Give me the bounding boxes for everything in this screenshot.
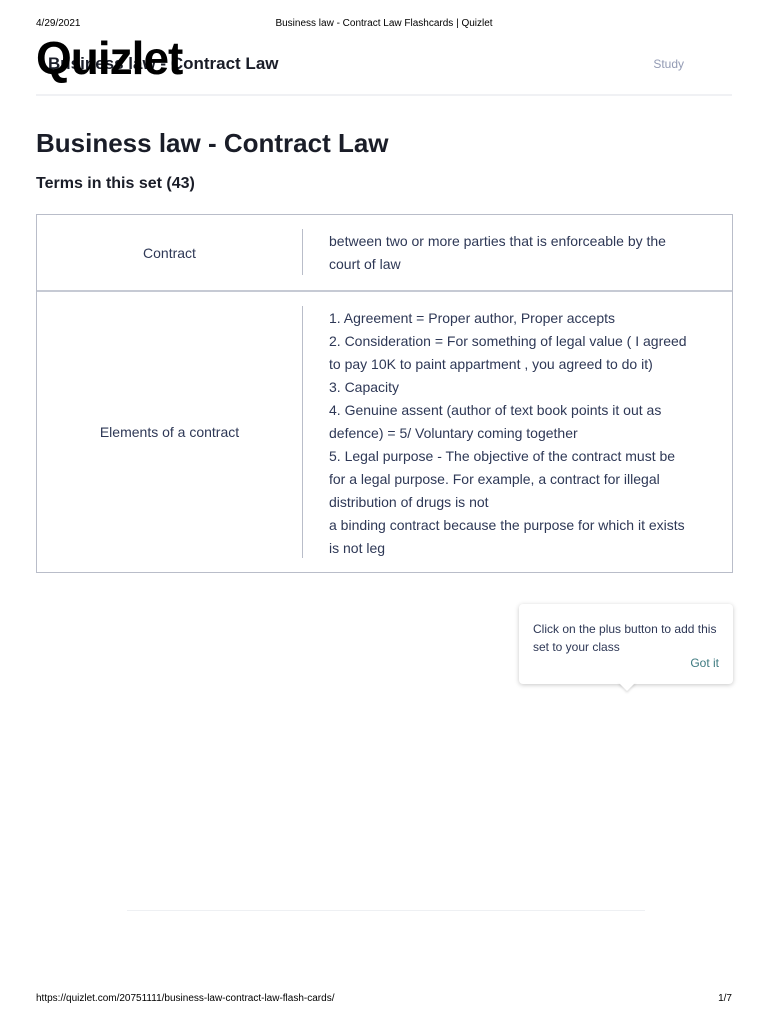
definition-line: court of law: [329, 256, 401, 272]
row-divider: [302, 306, 303, 558]
row-divider: [302, 229, 303, 275]
definition-text: 1. Agreement = Proper author, Proper acc…: [329, 307, 699, 560]
terms-heading: Terms in this set (43): [36, 175, 195, 192]
definition-line: 5. Legal purpose - The objective of the …: [329, 448, 676, 464]
print-header: 4/29/2021 Business law - Contract Law Fl…: [0, 18, 768, 32]
tooltip-arrow: [618, 682, 636, 691]
definition-line: 4. Genuine assent (author of text book p…: [329, 402, 662, 418]
terms-table: Contract between two or more parties tha…: [36, 214, 733, 573]
got-it-button[interactable]: Got it: [690, 656, 719, 670]
definition-line: defence) = 5/ Voluntary coming together: [329, 425, 578, 441]
term-text: Contract: [143, 244, 196, 261]
print-footer: https://quizlet.com/20751111/business-la…: [0, 993, 768, 1007]
definition-line: is not leg: [329, 540, 386, 556]
print-page-title: Business law - Contract Law Flashcards |…: [275, 18, 493, 29]
definition-line: distribution of drugs is not: [329, 494, 489, 510]
definition-line: 1. Agreement = Proper author, Proper acc…: [329, 310, 616, 326]
definition-text: between two or more parties that is enfo…: [329, 230, 699, 276]
definition-line: between two or more parties that is enfo…: [329, 233, 666, 249]
term-text: Elements of a contract: [99, 424, 240, 440]
definition-line: 2. Consideration = For something of lega…: [329, 333, 687, 349]
tooltip-text: Click on the plus button to add this set…: [533, 622, 717, 654]
term-row: Contract between two or more parties tha…: [37, 215, 732, 290]
definition-line: to pay 10K to paint appartment , you agr…: [329, 356, 653, 372]
page-title: Business law - Contract Law: [36, 128, 389, 158]
term-row: Elements of a contract 1. Agreement = Pr…: [37, 290, 732, 572]
bottom-divider: [127, 910, 645, 911]
top-bar: Business law - Contract Law Quizlet Stud…: [36, 32, 732, 96]
definition-line: 3. Capacity: [329, 379, 400, 395]
add-to-class-tooltip: Click on the plus button to add this set…: [519, 604, 733, 691]
print-page-number: 1/7: [718, 993, 732, 1004]
definition-line: a binding contract because the purpose f…: [329, 517, 685, 533]
quizlet-logo[interactable]: Quizlet: [36, 32, 183, 84]
definition-line: for a legal purpose. For example, a cont…: [329, 471, 660, 487]
study-button[interactable]: Study: [653, 57, 684, 71]
print-url: https://quizlet.com/20751111/business-la…: [36, 993, 335, 1004]
